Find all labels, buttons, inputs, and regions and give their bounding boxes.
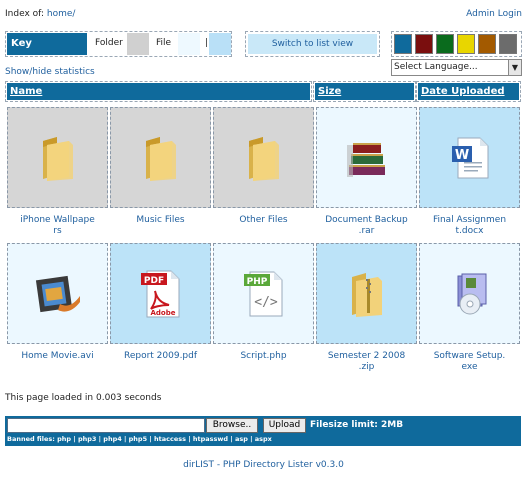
file-tile[interactable]: W	[419, 107, 520, 208]
theme-swatch-green[interactable]	[436, 34, 454, 54]
caption-line[interactable]: Music Files	[110, 215, 211, 226]
key-legend: Key Folder File |	[5, 31, 232, 57]
theme-color-picker	[391, 31, 522, 57]
caption-line[interactable]: exe	[419, 362, 520, 373]
file-tile[interactable]	[7, 243, 108, 344]
file-path-input[interactable]	[7, 418, 205, 433]
caption-line[interactable]: Home Movie.avi	[7, 351, 108, 362]
upload-button[interactable]: Upload	[263, 418, 306, 433]
language-selected-value: Select Language...	[394, 62, 478, 72]
file-tile[interactable]	[316, 243, 417, 344]
folder-icon	[42, 136, 73, 181]
theme-swatch-brown[interactable]	[478, 34, 496, 54]
caption-line[interactable]: .zip	[316, 362, 417, 373]
chevron-down-icon: ▼	[508, 60, 521, 75]
column-header-name[interactable]: Name	[5, 81, 312, 102]
sort-by-size-link[interactable]: Size	[315, 83, 414, 100]
theme-swatch-maroon[interactable]	[415, 34, 433, 54]
php-badge-text: PHP	[246, 277, 267, 287]
index-of-label: Index of: home/	[5, 9, 75, 19]
caption-line[interactable]: iPhone Wallpape	[7, 215, 108, 226]
file-tile[interactable]: PDF Adobe	[110, 243, 211, 344]
caption-line[interactable]: .rar	[316, 226, 417, 237]
file-caption[interactable]: Script.php	[213, 351, 314, 362]
pdf-badge-text: PDF	[143, 276, 163, 286]
rar-archive-icon	[346, 142, 385, 177]
caption-line[interactable]: Report 2009.pdf	[110, 351, 211, 362]
file-tile[interactable]	[213, 107, 314, 208]
file-tile[interactable]	[110, 107, 211, 208]
key-separator: |	[205, 38, 209, 48]
zip-folder-icon	[351, 272, 382, 317]
php-file-icon: PHP </>	[243, 271, 282, 316]
language-select[interactable]: Select Language... ▼	[391, 59, 522, 76]
svg-text:W: W	[454, 148, 468, 163]
show-hide-statistics-link[interactable]: Show/hide statistics	[5, 67, 95, 77]
key-file-swatch	[178, 33, 200, 55]
caption-line[interactable]: Final Assignmen	[419, 215, 520, 226]
filesize-limit: Filesize limit: 2MB	[310, 420, 404, 430]
theme-swatch-blue[interactable]	[394, 34, 412, 54]
breadcrumb-home[interactable]: home/	[47, 9, 76, 19]
installer-icon	[457, 273, 486, 314]
file-tile[interactable]	[7, 107, 108, 208]
switch-to-list-view-button[interactable]: Switch to list view	[248, 34, 377, 54]
key-file-label: File	[156, 38, 172, 48]
page-load-time: This page loaded in 0.003 seconds	[5, 393, 162, 403]
file-tile[interactable]: PHP </>	[213, 243, 314, 344]
caption-line[interactable]: Semester 2 2008	[316, 351, 417, 362]
file-caption[interactable]: Software Setup. exe	[419, 351, 520, 373]
sort-by-date-link[interactable]: Date Uploaded	[418, 83, 519, 100]
file-caption[interactable]: Home Movie.avi	[7, 351, 108, 362]
banned-files-list: Banned files: php | php3 | php4 | php5 |…	[7, 435, 272, 443]
key-title: Key	[7, 33, 87, 55]
file-caption[interactable]: iPhone Wallpape rs	[7, 215, 108, 237]
pdf-file-icon: PDF Adobe	[140, 270, 179, 317]
index-label: Index of:	[5, 9, 45, 19]
file-tile[interactable]	[419, 243, 520, 344]
video-file-icon	[35, 275, 80, 312]
sort-by-name-link[interactable]: Name	[7, 83, 310, 100]
admin-login-link[interactable]: Admin Login	[466, 9, 522, 19]
file-caption[interactable]: Document Backup .rar	[316, 215, 417, 237]
column-header-size[interactable]: Size	[313, 81, 416, 102]
key-folder-swatch	[127, 33, 149, 55]
browse-button[interactable]: Browse..	[206, 418, 258, 433]
theme-swatch-gray[interactable]	[499, 34, 517, 54]
key-file-alt-swatch	[209, 33, 231, 55]
column-header-date[interactable]: Date Uploaded	[416, 81, 521, 102]
file-caption[interactable]: Semester 2 2008 .zip	[316, 351, 417, 373]
caption-line[interactable]: Other Files	[213, 215, 314, 226]
caption-line[interactable]: rs	[7, 226, 108, 237]
file-caption[interactable]: Report 2009.pdf	[110, 351, 211, 362]
footer-credit[interactable]: dirLIST - PHP Directory Lister v0.3.0	[0, 460, 527, 470]
caption-line[interactable]: Document Backup	[316, 215, 417, 226]
switch-view-box: Switch to list view	[245, 31, 380, 57]
theme-swatch-yellow[interactable]	[457, 34, 475, 54]
caption-line[interactable]: Software Setup.	[419, 351, 520, 362]
file-caption[interactable]: Music Files	[110, 215, 211, 226]
key-folder-label: Folder	[95, 38, 123, 48]
upload-form: Browse.. Upload Filesize limit: 2MB Bann…	[5, 416, 521, 446]
caption-line[interactable]: Script.php	[213, 351, 314, 362]
file-tile[interactable]	[316, 107, 417, 208]
caption-line[interactable]: t.docx	[419, 226, 520, 237]
folder-icon	[145, 136, 176, 181]
adobe-brand-text: Adobe	[150, 309, 175, 317]
word-document-icon: W	[451, 137, 488, 178]
folder-icon	[248, 136, 279, 181]
file-caption[interactable]: Other Files	[213, 215, 314, 226]
svg-text:</>: </>	[254, 295, 278, 310]
file-caption[interactable]: Final Assignmen t.docx	[419, 215, 520, 237]
